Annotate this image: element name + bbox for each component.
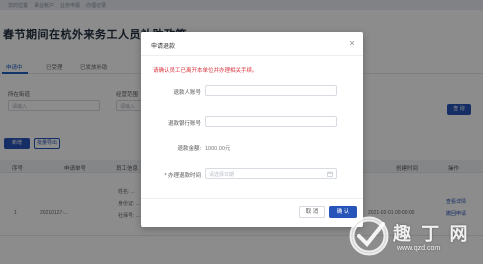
cancel-button[interactable]: 取 消 — [299, 206, 325, 218]
dialog-warning: 请确认员工已离开本单位并办理相关手续。 — [153, 68, 258, 74]
date-picker[interactable]: 请选择日期 — [205, 168, 337, 179]
dialog-header: 申请退款 × — [141, 32, 363, 56]
watermark-text: 趣 丁 网 — [393, 224, 470, 245]
payee-input[interactable] — [205, 85, 337, 96]
calendar-icon — [327, 171, 333, 177]
date-label: * 办理退款时间 — [164, 173, 201, 179]
close-icon[interactable]: × — [347, 38, 357, 48]
refund-dialog: 申请退款 × 请确认员工已离开本单位并办理相关手续。 退款人账号 退款银行账号 … — [141, 32, 363, 227]
payee-label: 退款人账号 — [173, 90, 201, 96]
date-placeholder: 请选择日期 — [209, 172, 235, 178]
bank-account-label: 退款银行账号 — [167, 121, 201, 127]
amount-value: 1000.00元 — [205, 146, 231, 152]
dialog-title: 申请退款 — [151, 44, 176, 50]
watermark-url: www.qzd.com — [397, 245, 441, 252]
bank-account-input[interactable] — [205, 116, 337, 127]
amount-label: 退款金额: — [177, 146, 201, 152]
